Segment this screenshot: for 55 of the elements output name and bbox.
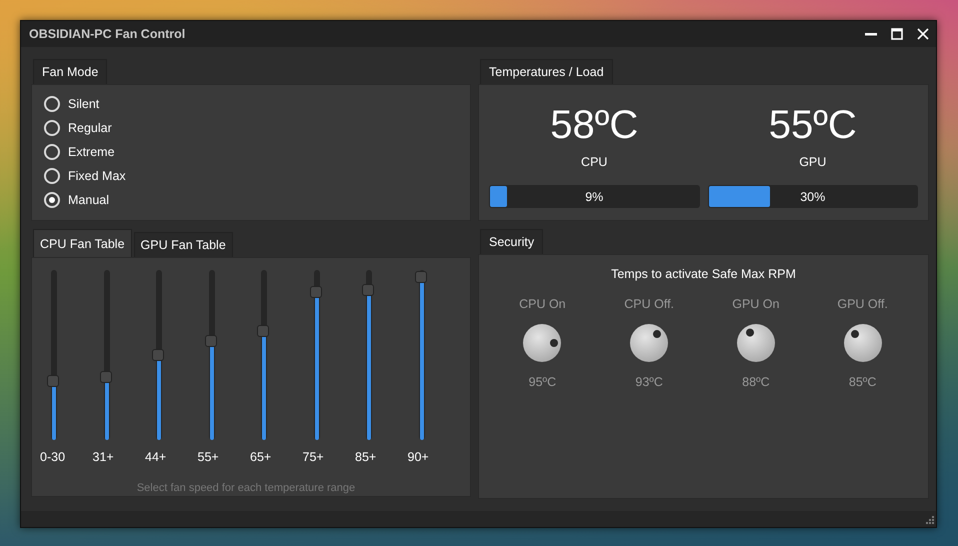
dial-knob[interactable] [522,323,562,363]
slider-label: 75+ [302,450,324,464]
group-label: Fan Mode [33,59,108,84]
maximize-icon [891,28,903,40]
slider-thumb[interactable] [310,286,322,298]
sensor-label: GPU [799,155,826,169]
slider-thumb[interactable] [47,374,59,386]
radio-label: Fixed Max [68,169,126,183]
load-percent: 9% [585,190,604,204]
slider-label: 0-30 [40,450,66,464]
radio-button[interactable] [44,96,60,112]
radio-button[interactable] [44,144,60,160]
dial-knob[interactable] [629,323,670,363]
hint-text: Select fan speed for each temperature range [136,482,356,494]
slider-label: 55+ [198,450,219,464]
knob-value: 95ºC [528,375,556,389]
sensor-label: CPU [581,155,608,169]
knob-label: GPU On [732,297,780,311]
slider-thumb[interactable] [362,284,374,296]
slider-label: 85+ [355,450,376,464]
tab[interactable]: CPU Fan Table [33,229,132,257]
temperature-value: 58ºC [550,103,638,147]
dial-knob[interactable] [736,323,776,363]
slider-thumb[interactable] [100,371,112,384]
slider-label: 65+ [250,450,272,464]
knob-label: CPU On [519,297,566,311]
slider-thumb[interactable] [152,349,164,361]
section-heading: Temps to activate Safe Max RPM [610,267,797,281]
radio-label: Extreme [68,145,115,159]
radio-label: Silent [68,97,100,111]
window-title: OBSIDIAN-PC Fan Control [29,27,186,41]
radio-label: Regular [68,121,112,135]
knob-label: GPU Off. [837,297,888,311]
group-label: Security [480,229,544,254]
knob-label: CPU Off. [624,297,674,311]
group-label: Temperatures / Load [480,59,613,84]
load-percent: 30% [800,190,826,204]
radio-button[interactable] [44,168,60,184]
tab[interactable]: GPU Fan Table [134,232,233,257]
slider-label: 44+ [145,450,166,464]
radio-button[interactable] [44,192,60,208]
radio-button[interactable] [44,120,60,136]
slider-thumb[interactable] [204,335,216,348]
slider-label: 90+ [408,450,429,464]
temperature-value: 55ºC [768,103,857,147]
knob-value: 93ºC [635,375,663,389]
radio-label: Manual [68,193,109,207]
dial-knob[interactable] [842,323,883,363]
slider-thumb[interactable] [257,325,269,338]
knob-value: 85ºC [848,375,876,389]
slider-label: 31+ [92,450,114,464]
resize-grip-icon[interactable] [924,515,934,525]
close-icon [917,28,929,40]
knob-value: 88ºC [742,375,770,389]
slider-thumb[interactable] [414,270,426,283]
